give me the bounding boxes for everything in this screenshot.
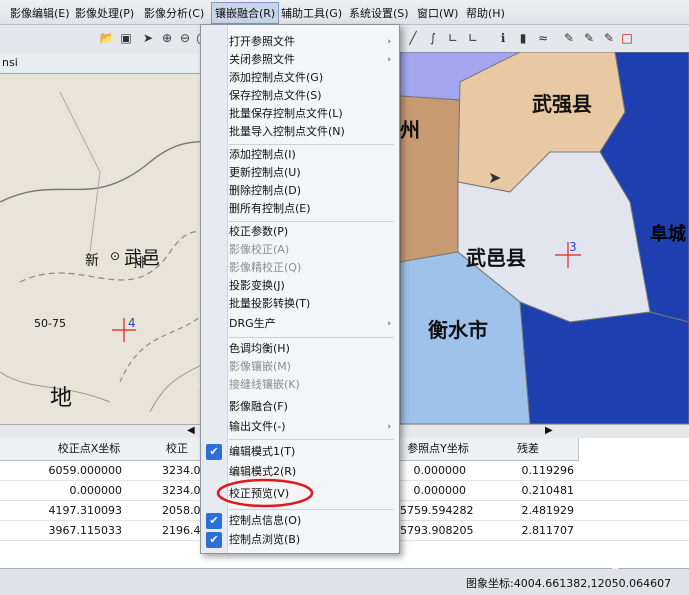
- menu-window[interactable]: 窗口(W): [417, 5, 458, 21]
- map-label-xin: 新: [85, 253, 99, 269]
- checkmark-icon: ✔: [206, 532, 222, 548]
- map-label-town: 武邑: [124, 248, 160, 269]
- zoom-out-icon[interactable]: ⊖: [176, 29, 194, 47]
- zoom-in-icon[interactable]: ⊕: [158, 29, 176, 47]
- table-cell[interactable]: 3967.115033: [20, 521, 122, 541]
- submenu-arrow-icon: ›: [387, 37, 391, 47]
- menu-item-color-balance[interactable]: 色调均衡(H): [229, 340, 389, 358]
- status-coordinates: 图象坐标:4004.661382,12050.064607: [466, 577, 672, 590]
- table-header-residual[interactable]: 残差: [478, 438, 579, 461]
- menu-mosaic-fusion[interactable]: 镶嵌融合(R): [211, 2, 280, 24]
- right-map-view[interactable]: 州 武强县 武邑县 衡水市 阜城 3 ➤: [400, 52, 689, 424]
- menu-item-open-reference[interactable]: 打开参照文件 ›: [229, 33, 391, 51]
- table-cell[interactable]: 2.481929: [480, 501, 575, 521]
- menu-item-add-gcp-file[interactable]: 添加控制点文件(G): [229, 69, 389, 87]
- table-cell[interactable]: 0.210481: [480, 481, 575, 501]
- save-icon[interactable]: ▣: [117, 29, 135, 47]
- menu-item-correction-params[interactable]: 校正参数(P): [229, 223, 389, 241]
- table-cell[interactable]: 0.000000: [400, 461, 467, 481]
- control-point-number-left: 4: [128, 316, 136, 330]
- marker-icon[interactable]: ✎: [600, 29, 618, 47]
- chart-line-icon[interactable]: ∟: [444, 29, 462, 47]
- table-header-blank: [0, 438, 25, 461]
- menu-item-image-fusion[interactable]: 影像融合(F): [229, 398, 389, 416]
- table-cell[interactable]: 6059.000000: [20, 461, 122, 481]
- menu-item-batch-import-gcp[interactable]: 批量导入控制点文件(N): [229, 123, 389, 141]
- submenu-arrow-icon: ›: [387, 319, 391, 329]
- map-label-hengshui: 衡水市: [428, 318, 488, 342]
- menu-item-save-gcp-file[interactable]: 保存控制点文件(S): [229, 87, 389, 105]
- table-cell[interactable]: 5793.908205: [400, 521, 473, 541]
- table-cell[interactable]: 5759.594282: [400, 501, 473, 521]
- checkmark-icon: ✔: [206, 444, 222, 460]
- cursor-arrow-icon: ➤: [488, 168, 502, 187]
- menu-item-edit-mode-1[interactable]: 编辑模式1(T): [229, 443, 389, 461]
- menu-item-batch-projection[interactable]: 批量投影转换(T): [229, 295, 389, 313]
- menu-item-image-mosaic[interactable]: 影像镶嵌(M): [229, 358, 389, 376]
- menu-item-fine-correction[interactable]: 影像精校正(Q): [229, 259, 389, 277]
- menu-item-gcp-browse[interactable]: 控制点浏览(B): [229, 531, 389, 549]
- pencil-icon[interactable]: ✎: [580, 29, 598, 47]
- chart-area-icon[interactable]: ∟: [464, 29, 482, 47]
- wave-icon[interactable]: ≈: [534, 29, 552, 47]
- map-label-range: 50-75: [34, 317, 66, 330]
- menu-item-delete-gcp[interactable]: 删除控制点(D): [229, 182, 389, 200]
- menu-bar: 影像编辑(E) 影像处理(P) 影像分析(C) 镶嵌融合(R) 辅助工具(G) …: [0, 0, 689, 25]
- polyline-icon[interactable]: ∫: [424, 29, 442, 47]
- table-header-x[interactable]: 校正点X坐标: [24, 438, 155, 461]
- map-label-zhou: 州: [400, 118, 420, 142]
- map-label-wuqiang: 武强县: [532, 92, 592, 116]
- map-label-di: 地: [50, 386, 73, 411]
- menu-item-batch-save-gcp[interactable]: 批量保存控制点文件(L): [229, 105, 389, 123]
- info-icon[interactable]: ℹ: [494, 29, 512, 47]
- scroll-right-icon[interactable]: ▶: [545, 425, 553, 436]
- map-label-fucheng: 阜城: [650, 224, 686, 245]
- menu-item-close-reference[interactable]: 关闭参照文件 ›: [229, 51, 391, 69]
- table-cell[interactable]: 4197.310093: [20, 501, 122, 521]
- scroll-left-icon[interactable]: ◀: [187, 425, 195, 436]
- menu-image-process[interactable]: 影像处理(P): [75, 5, 134, 21]
- left-panel-title: nsi: [2, 56, 18, 69]
- rectangle-icon[interactable]: □: [618, 29, 636, 47]
- submenu-arrow-icon: ›: [387, 422, 391, 432]
- watermark-text: CSDN @WISDOM_x: [510, 555, 626, 569]
- map-label-wuyi: 武邑县: [466, 246, 526, 270]
- checkmark-icon: ✔: [206, 513, 222, 529]
- menu-system-settings[interactable]: 系统设置(S): [349, 5, 409, 21]
- table-cell[interactable]: 2.811707: [480, 521, 575, 541]
- pointer-icon[interactable]: ➤: [139, 29, 157, 47]
- menu-item-drg[interactable]: DRG生产 ›: [229, 315, 391, 333]
- menu-item-projection[interactable]: 投影变换(J): [229, 277, 389, 295]
- status-bar: 图象坐标:4004.661382,12050.064607 CSDN @WISD…: [0, 555, 689, 595]
- control-point-crosshair-right[interactable]: [555, 242, 581, 268]
- table-cell[interactable]: 0.119296: [480, 461, 575, 481]
- menu-item-output-file[interactable]: 输出文件(-) ›: [229, 418, 391, 436]
- menu-help[interactable]: 帮助(H): [466, 5, 505, 21]
- submenu-arrow-icon: ›: [387, 55, 391, 65]
- pen-icon[interactable]: ✎: [560, 29, 578, 47]
- menu-aux-tools[interactable]: 辅助工具(G): [281, 5, 342, 21]
- menu-item-image-correction[interactable]: 影像校正(A): [229, 241, 389, 259]
- menu-image-edit[interactable]: 影像编辑(E): [10, 5, 70, 21]
- control-point-number-right: 3: [569, 240, 577, 254]
- menu-item-add-gcp[interactable]: 添加控制点(I): [229, 146, 389, 164]
- table-cell[interactable]: 0.000000: [20, 481, 123, 501]
- open-folder-icon[interactable]: 📂: [98, 29, 116, 47]
- menu-item-delete-all-gcp[interactable]: 删所有控制点(E): [229, 200, 389, 218]
- mosaic-fusion-dropdown: 打开参照文件 › 关闭参照文件 › 添加控制点文件(G) 保存控制点文件(S) 批量…: [200, 24, 400, 554]
- bar-chart-icon[interactable]: ▮: [514, 29, 532, 47]
- table-header-ref-y[interactable]: 参照点Y坐标: [398, 438, 479, 461]
- line-tool-icon[interactable]: ╱: [404, 29, 422, 47]
- menu-item-update-gcp[interactable]: 更新控制点(U): [229, 164, 389, 182]
- town-dot-icon: ⊙: [110, 249, 121, 263]
- table-header-corr[interactable]: 校正: [154, 438, 201, 461]
- menu-item-seamline-mosaic[interactable]: 接缝线镶嵌(K): [229, 376, 389, 394]
- menu-item-gcp-info[interactable]: 控制点信息(O): [229, 512, 389, 530]
- red-annotation-ellipse: [216, 478, 314, 508]
- table-cell[interactable]: 0.000000: [400, 481, 467, 501]
- menu-image-analysis[interactable]: 影像分析(C): [144, 5, 204, 21]
